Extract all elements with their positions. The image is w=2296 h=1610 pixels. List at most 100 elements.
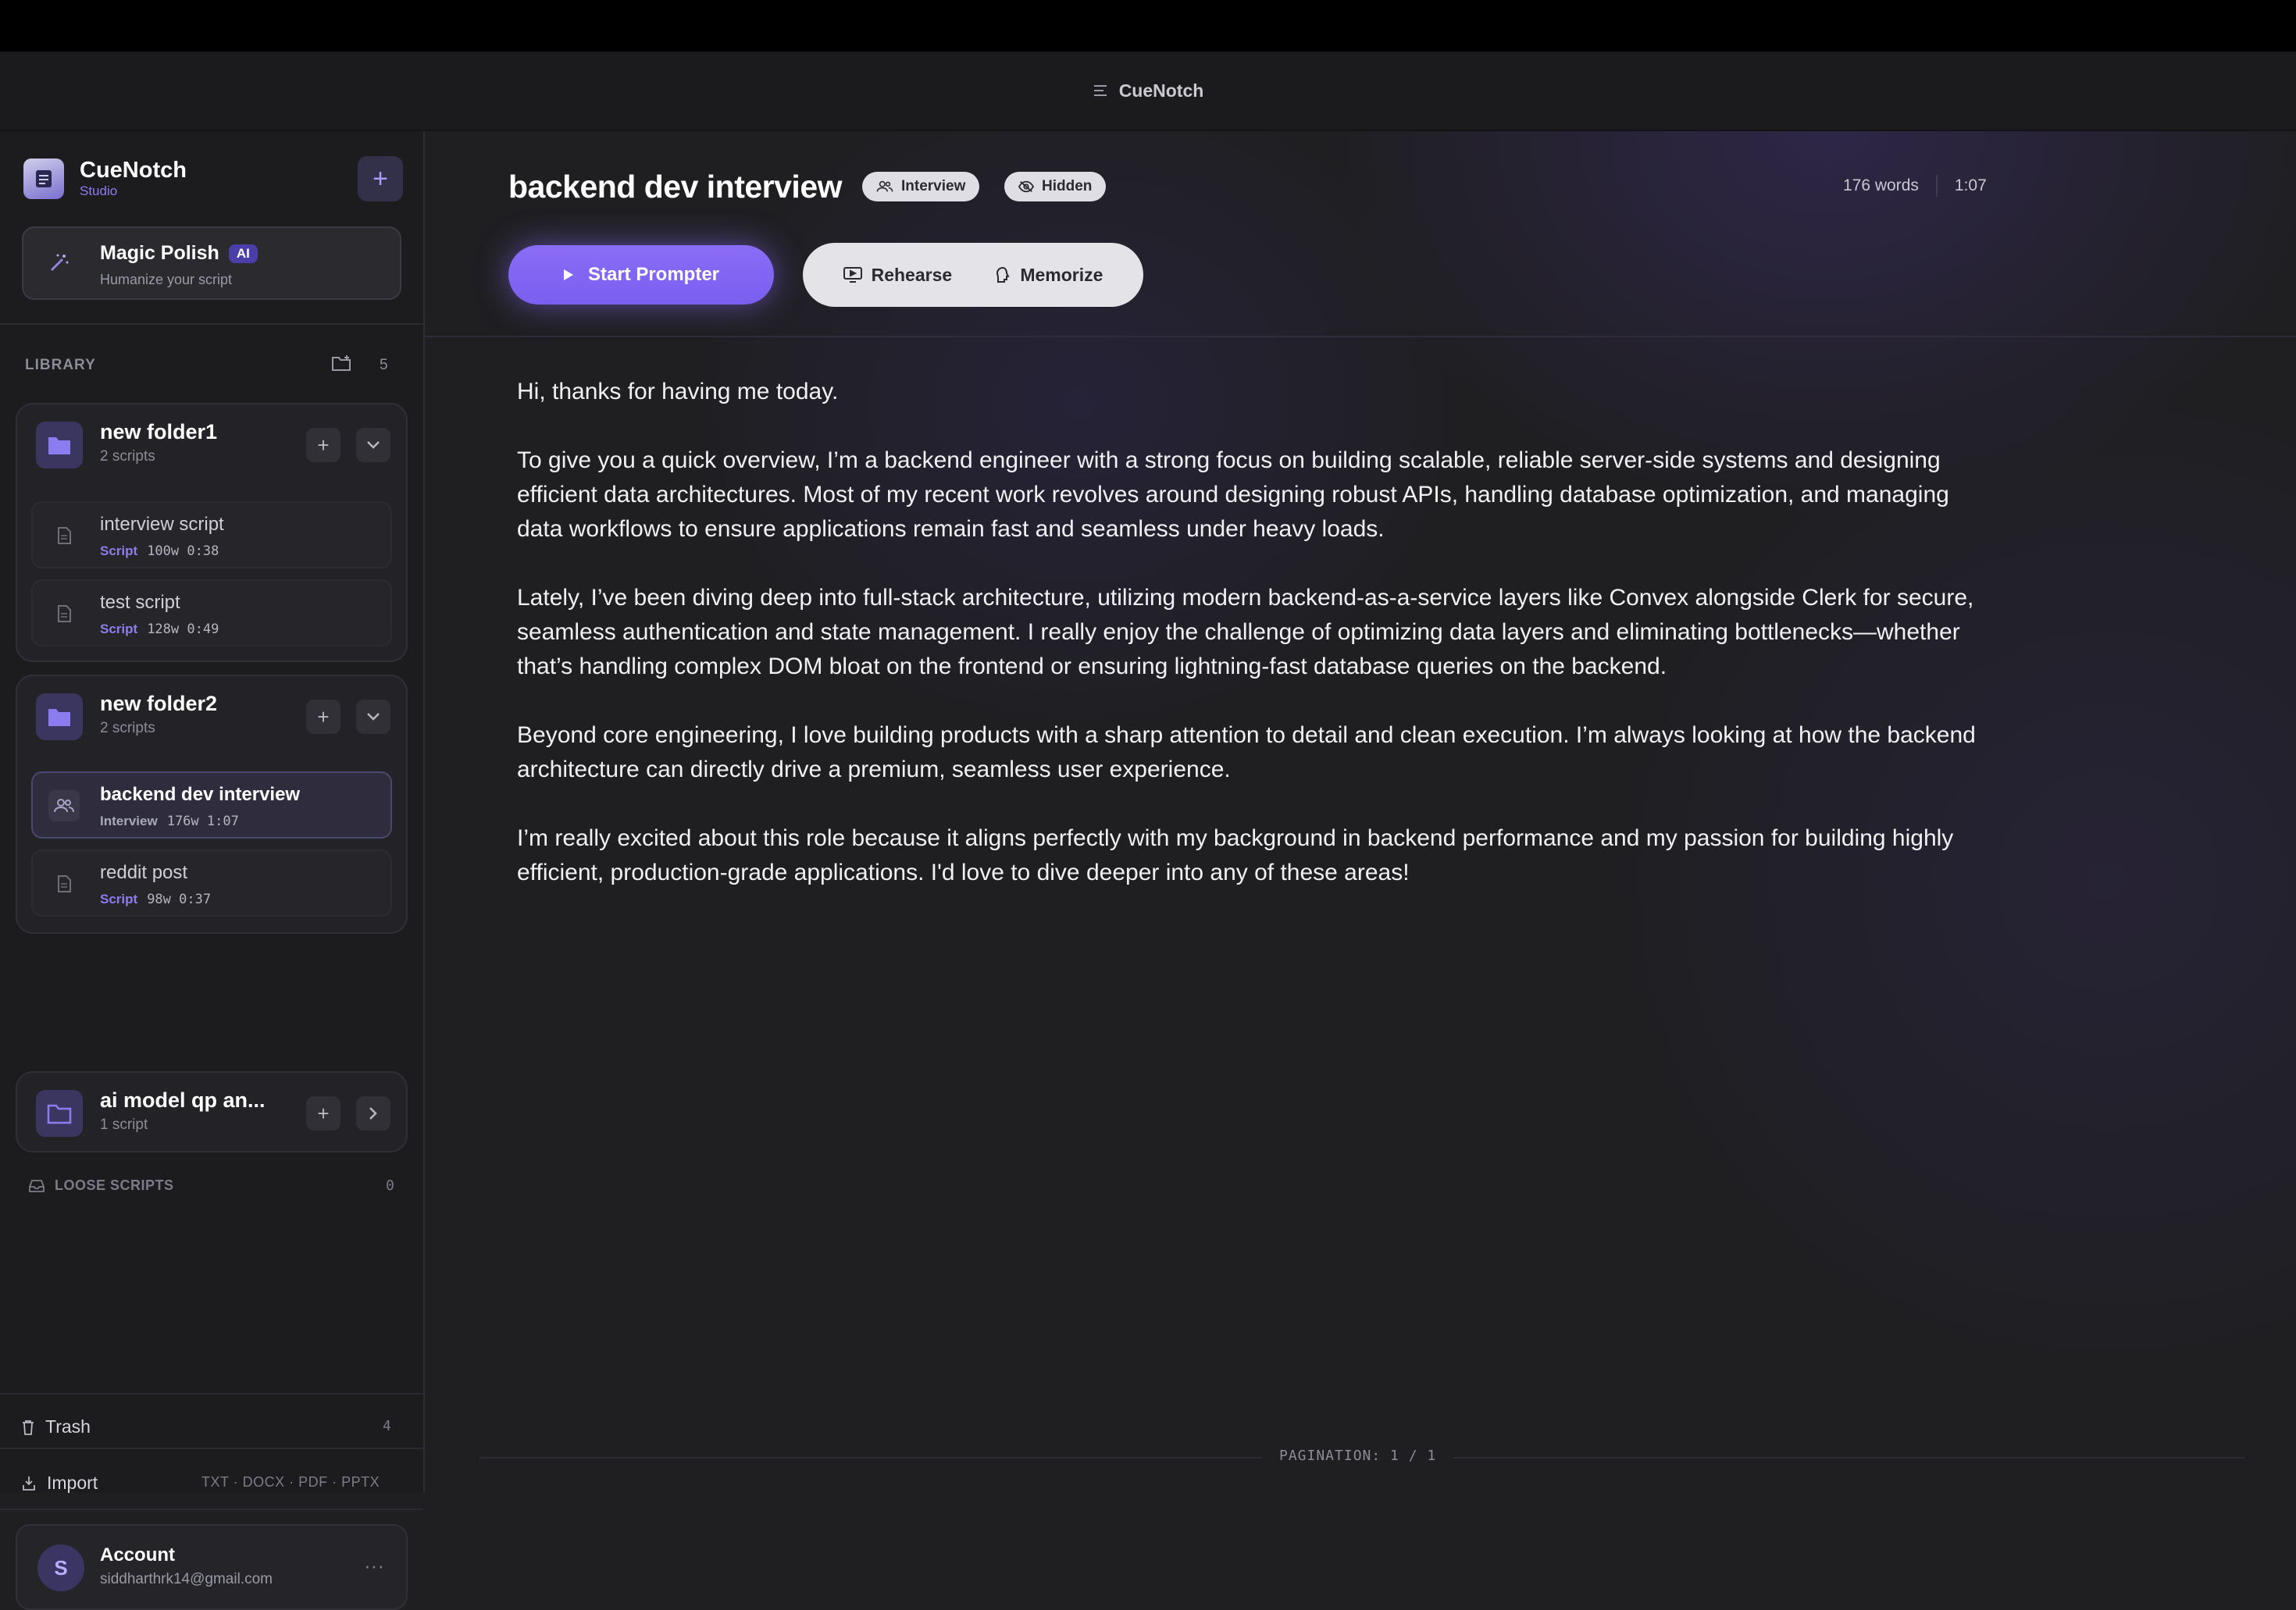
mode-segmented-control: Rehearse Memorize — [803, 243, 1143, 307]
script-name: backend dev interview — [100, 784, 301, 805]
script-name: interview script — [100, 514, 224, 535]
chevron-down-icon — [367, 713, 380, 721]
script-paragraph: Lately, I’ve been diving deep into full-… — [517, 585, 1974, 679]
plus-icon: + — [373, 163, 388, 194]
import-button[interactable]: Import — [22, 1473, 98, 1494]
loose-scripts-count: 0 — [386, 1177, 394, 1194]
loose-scripts-label: LOOSE SCRIPTS — [55, 1177, 174, 1193]
import-label: Import — [47, 1473, 98, 1493]
sidebar-divider — [0, 1393, 423, 1395]
new-folder-button[interactable] — [331, 354, 351, 376]
document-icon — [48, 520, 80, 551]
add-script-button[interactable]: + — [306, 1096, 340, 1131]
sidebar: CueNotch Studio + Magic Polish AI Humaniz… — [0, 131, 425, 1610]
pagination: PAGINATION: 1 / 1 — [1262, 1448, 1454, 1464]
new-script-button[interactable]: + — [358, 156, 403, 201]
rehearse-label: Rehearse — [871, 264, 953, 285]
script-name: test script — [100, 592, 180, 613]
stats-separator — [1935, 175, 1938, 197]
duration: 1:07 — [1954, 176, 1987, 194]
folder-icon — [36, 693, 83, 740]
script-item-backend-dev-interview[interactable]: backend dev interview Interview 176w 1:07 — [31, 771, 392, 839]
document-icon — [48, 868, 80, 899]
plus-icon: + — [317, 433, 330, 457]
loose-scripts-header[interactable]: LOOSE SCRIPTS — [28, 1177, 174, 1194]
plus-icon: + — [317, 1101, 330, 1125]
account-email: siddharthrk14@gmail.com — [100, 1571, 273, 1587]
trash-icon — [23, 1419, 34, 1435]
list-icon — [1093, 83, 1108, 98]
sidebar-divider — [0, 1448, 423, 1449]
folder-count: 2 scripts — [100, 448, 155, 465]
script-item-interview-script[interactable]: interview script Script 100w 0:38 — [31, 501, 392, 568]
script-meta: Script 128w 0:49 — [100, 622, 219, 637]
chevron-right-icon — [369, 1107, 377, 1120]
folder-count: 2 scripts — [100, 720, 155, 736]
trash-label: Trash — [45, 1416, 91, 1437]
word-count: 176 words — [1843, 176, 1919, 194]
expand-folder-button[interactable] — [356, 1096, 390, 1131]
avatar: S — [37, 1544, 84, 1591]
folder-name[interactable]: new folder1 — [100, 420, 217, 444]
folder-new-folder2: new folder2 2 scripts + backend dev inte… — [16, 675, 408, 934]
brand-subtitle: Studio — [80, 183, 118, 198]
trash-button[interactable]: Trash — [22, 1416, 91, 1437]
script-paragraph: Hi, thanks for having me today. — [517, 379, 839, 404]
trash-count: 4 — [383, 1418, 391, 1434]
magic-polish-subtitle: Humanize your script — [100, 272, 233, 287]
folder-icon — [36, 1090, 83, 1137]
play-icon — [563, 269, 573, 280]
account-card[interactable]: S Account siddharthrk14@gmail.com ··· — [16, 1524, 408, 1610]
add-script-button[interactable]: + — [306, 428, 340, 462]
memorize-button[interactable]: Memorize — [995, 265, 1103, 286]
document-icon — [48, 598, 80, 629]
folder-count: 1 script — [100, 1117, 148, 1133]
sidebar-divider — [0, 1508, 423, 1510]
brand: CueNotch Studio — [23, 158, 187, 200]
brain-icon — [996, 266, 1010, 283]
script-text[interactable]: Hi, thanks for having me today. To give … — [517, 375, 1985, 924]
title-bar: CueNotch — [0, 52, 2296, 131]
add-script-button[interactable]: + — [306, 700, 340, 734]
people-icon — [876, 180, 893, 192]
monitor-icon — [843, 267, 862, 283]
script-stats: 176 words 1:07 — [1843, 175, 1987, 197]
sidebar-divider — [0, 323, 423, 325]
app-logo-icon — [23, 159, 64, 199]
account-name: Account — [100, 1544, 175, 1565]
collapse-folder-button[interactable] — [356, 428, 390, 462]
tag-hidden[interactable]: Hidden — [1004, 172, 1107, 201]
menu-bar — [0, 0, 2296, 52]
script-item-test-script[interactable]: test script Script 128w 0:49 — [31, 579, 392, 646]
inbox-icon — [29, 1179, 45, 1192]
folder-plus-icon — [331, 354, 351, 372]
magic-polish-title: Magic Polish — [100, 242, 219, 264]
memorize-label: Memorize — [1020, 264, 1103, 285]
start-prompter-button[interactable]: Start Prompter — [508, 245, 774, 305]
import-formats: TXT · DOCX · PDF · PPTX — [201, 1474, 380, 1490]
folder-name[interactable]: new folder2 — [100, 692, 217, 716]
folder-name[interactable]: ai model qp an... — [100, 1088, 266, 1113]
tag-interview[interactable]: Interview — [862, 172, 980, 201]
script-meta: Script 100w 0:38 — [100, 543, 219, 559]
collapse-folder-button[interactable] — [356, 700, 390, 734]
folder-new-folder1: new folder1 2 scripts + interview script… — [16, 403, 408, 662]
script-meta: Interview 176w 1:07 — [100, 814, 239, 829]
people-icon — [48, 790, 80, 821]
script-paragraph: Beyond core engineering, I love building… — [517, 722, 1976, 782]
library-count: 5 — [380, 357, 388, 373]
ai-badge: AI — [228, 244, 258, 264]
tag-label: Interview — [901, 178, 966, 194]
import-icon — [23, 1476, 35, 1491]
folder-icon — [36, 422, 83, 468]
script-item-reddit-post[interactable]: reddit post Script 98w 0:37 — [31, 850, 392, 917]
page-title[interactable]: backend dev interview — [508, 169, 843, 205]
rehearse-button[interactable]: Rehearse — [843, 264, 953, 286]
magic-wand-icon — [39, 244, 78, 283]
script-name: reddit post — [100, 862, 188, 883]
more-icon[interactable]: ··· — [364, 1554, 384, 1578]
magic-polish-button[interactable]: Magic Polish AI Humanize your script — [22, 226, 401, 300]
eye-off-icon — [1018, 180, 1034, 193]
tag-label: Hidden — [1042, 178, 1093, 194]
script-paragraph: I’m really excited about this role becau… — [517, 825, 1954, 885]
